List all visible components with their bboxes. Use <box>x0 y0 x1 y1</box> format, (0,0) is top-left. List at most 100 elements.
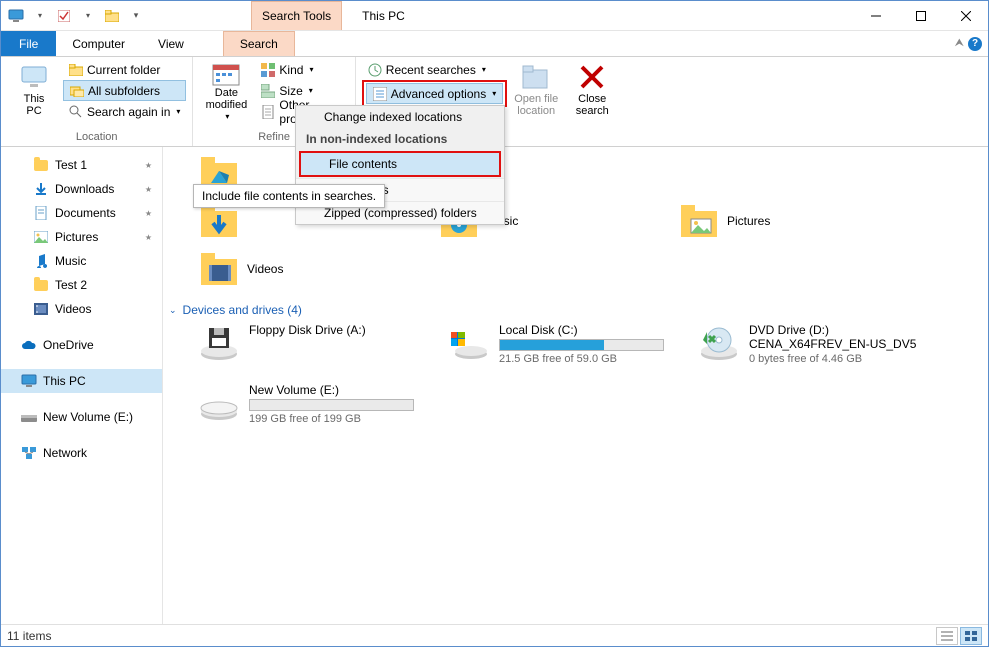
window-controls <box>853 1 988 30</box>
open-location-icon <box>520 61 552 93</box>
file-contents-highlight: File contents <box>299 151 501 177</box>
subfolders-icon <box>70 85 84 97</box>
help-icon[interactable]: ? <box>968 37 982 51</box>
content-pane: Music Pictures Videos ⌄ Devices and driv… <box>163 147 988 624</box>
menu-file-contents[interactable]: File contents <box>301 153 499 175</box>
search-again-in-button[interactable]: Search again in ▾ <box>63 101 186 122</box>
sidebar-item-music[interactable]: Music <box>1 249 162 273</box>
music-icon <box>33 253 49 269</box>
date-modified-button[interactable]: Date modified▾ <box>199 59 253 123</box>
folder-icon <box>69 64 83 76</box>
window-title: This PC <box>352 1 415 30</box>
this-pc-label: This PC <box>24 93 45 117</box>
folder-tile-pictures[interactable]: Pictures <box>679 201 909 241</box>
calendar-icon <box>210 61 242 87</box>
ribbon-group-location: This PC Current folder All subfolders Se… <box>1 57 193 146</box>
cloud-icon <box>21 337 37 353</box>
close-icon <box>576 61 608 93</box>
sidebar-item-new-volume[interactable]: New Volume (E:) <box>1 405 162 429</box>
open-file-location-button: Open file location <box>509 59 563 123</box>
sidebar-item-test1[interactable]: Test 1 <box>1 153 162 177</box>
devices-header-label: Devices and drives (4) <box>183 303 302 317</box>
picture-icon <box>33 229 49 245</box>
drive-tile-local-c[interactable]: Local Disk (C:) 21.5 GB free of 59.0 GB <box>449 323 689 365</box>
sidebar-item-downloads[interactable]: Downloads <box>1 177 162 201</box>
navigation-pane: Test 1 Downloads Documents Pictures Musi… <box>1 147 163 624</box>
document-icon <box>33 205 49 221</box>
folder-tile-videos[interactable]: Videos <box>199 249 429 289</box>
qat-dropdown-icon[interactable]: ▾ <box>29 5 51 27</box>
sidebar-item-onedrive[interactable]: OneDrive <box>1 333 162 357</box>
tooltip-file-contents: Include file contents in searches. <box>193 184 385 208</box>
open-file-location-label: Open file location <box>514 93 558 117</box>
close-button[interactable] <box>943 1 988 30</box>
view-tiles-button[interactable] <box>960 627 982 645</box>
this-pc-icon[interactable] <box>5 5 27 27</box>
drive-subtext: 21.5 GB free of 59.0 GB <box>499 353 664 365</box>
sidebar-item-label: New Volume (E:) <box>43 410 133 424</box>
sidebar-item-this-pc[interactable]: This PC <box>1 369 162 393</box>
drive-tile-floppy[interactable]: Floppy Disk Drive (A:) <box>199 323 439 365</box>
status-item-count: 11 items <box>7 629 51 643</box>
chevron-down-icon: ⌄ <box>169 305 177 316</box>
monitor-icon <box>21 373 37 389</box>
menu-change-indexed-locations[interactable]: Change indexed locations <box>296 106 504 128</box>
recent-searches-button[interactable]: Recent searches▾ <box>362 59 507 80</box>
sidebar-item-label: OneDrive <box>43 338 94 352</box>
close-search-label: Close search <box>576 93 609 117</box>
tab-search[interactable]: Search <box>223 31 295 56</box>
network-icon <box>21 445 37 461</box>
drive-tile-dvd[interactable]: DVD Drive (D:) CENA_X64FREV_EN-US_DV5 0 … <box>699 323 939 365</box>
quick-access-toolbar: ▾ ▾ ▾ <box>1 1 151 30</box>
current-folder-label: Current folder <box>87 63 160 77</box>
menu-header-nonindexed: In non-indexed locations <box>296 128 504 150</box>
sidebar-item-test2[interactable]: Test 2 <box>1 273 162 297</box>
devices-header[interactable]: ⌄ Devices and drives (4) <box>169 303 980 317</box>
usage-bar <box>249 399 414 411</box>
drive-label: DVD Drive (D:) CENA_X64FREV_EN-US_DV5 <box>749 323 939 351</box>
folder-label: Videos <box>247 262 283 276</box>
sidebar-item-documents[interactable]: Documents <box>1 201 162 225</box>
tab-view[interactable]: View <box>142 31 201 56</box>
tab-computer[interactable]: Computer <box>56 31 142 56</box>
sidebar-item-videos[interactable]: Videos <box>1 297 162 321</box>
sidebar-item-label: Test 1 <box>55 158 87 172</box>
current-folder-button[interactable]: Current folder <box>63 59 186 80</box>
kind-icon <box>261 63 275 77</box>
size-label: Size <box>279 84 302 98</box>
sidebar-item-label: This PC <box>43 374 86 388</box>
sidebar-item-network[interactable]: Network <box>1 441 162 465</box>
all-subfolders-button[interactable]: All subfolders <box>63 80 186 101</box>
recent-searches-label: Recent searches <box>386 63 476 77</box>
sidebar-item-label: Music <box>55 254 86 268</box>
sidebar-item-label: Documents <box>55 206 116 220</box>
tab-file[interactable]: File <box>1 31 56 56</box>
minimize-ribbon-icon[interactable]: ⮝ <box>955 37 964 50</box>
qat-newfolder-icon[interactable] <box>101 5 123 27</box>
drive-label: Local Disk (C:) <box>499 323 664 337</box>
search-again-in-label: Search again in <box>87 105 170 119</box>
close-search-button[interactable]: Close search <box>565 59 619 123</box>
qat-properties-icon[interactable] <box>53 5 75 27</box>
minimize-button[interactable] <box>853 1 898 30</box>
maximize-button[interactable] <box>898 1 943 30</box>
qat-customize-icon[interactable]: ▾ <box>125 5 147 27</box>
chevron-down-icon: ▾ <box>176 107 180 116</box>
drive-tile-new-volume[interactable]: New Volume (E:) 199 GB free of 199 GB <box>199 383 439 425</box>
advanced-options-button[interactable]: Advanced options▾ <box>366 83 503 104</box>
sidebar-item-label: Test 2 <box>55 278 87 292</box>
this-pc-large-icon <box>18 61 50 93</box>
kind-button[interactable]: Kind▾ <box>255 59 348 80</box>
pictures-folder-icon <box>679 201 719 241</box>
video-icon <box>33 301 49 317</box>
usage-fill <box>500 340 604 350</box>
folder-label: Pictures <box>727 214 770 228</box>
floppy-icon <box>199 323 239 363</box>
date-modified-label: Date modified <box>206 87 248 111</box>
view-details-button[interactable] <box>936 627 958 645</box>
kind-label: Kind <box>279 63 303 77</box>
qat-dropdown2-icon[interactable]: ▾ <box>77 5 99 27</box>
sidebar-item-pictures[interactable]: Pictures <box>1 225 162 249</box>
this-pc-button[interactable]: This PC <box>7 59 61 123</box>
advanced-options-label: Advanced options <box>391 87 486 101</box>
